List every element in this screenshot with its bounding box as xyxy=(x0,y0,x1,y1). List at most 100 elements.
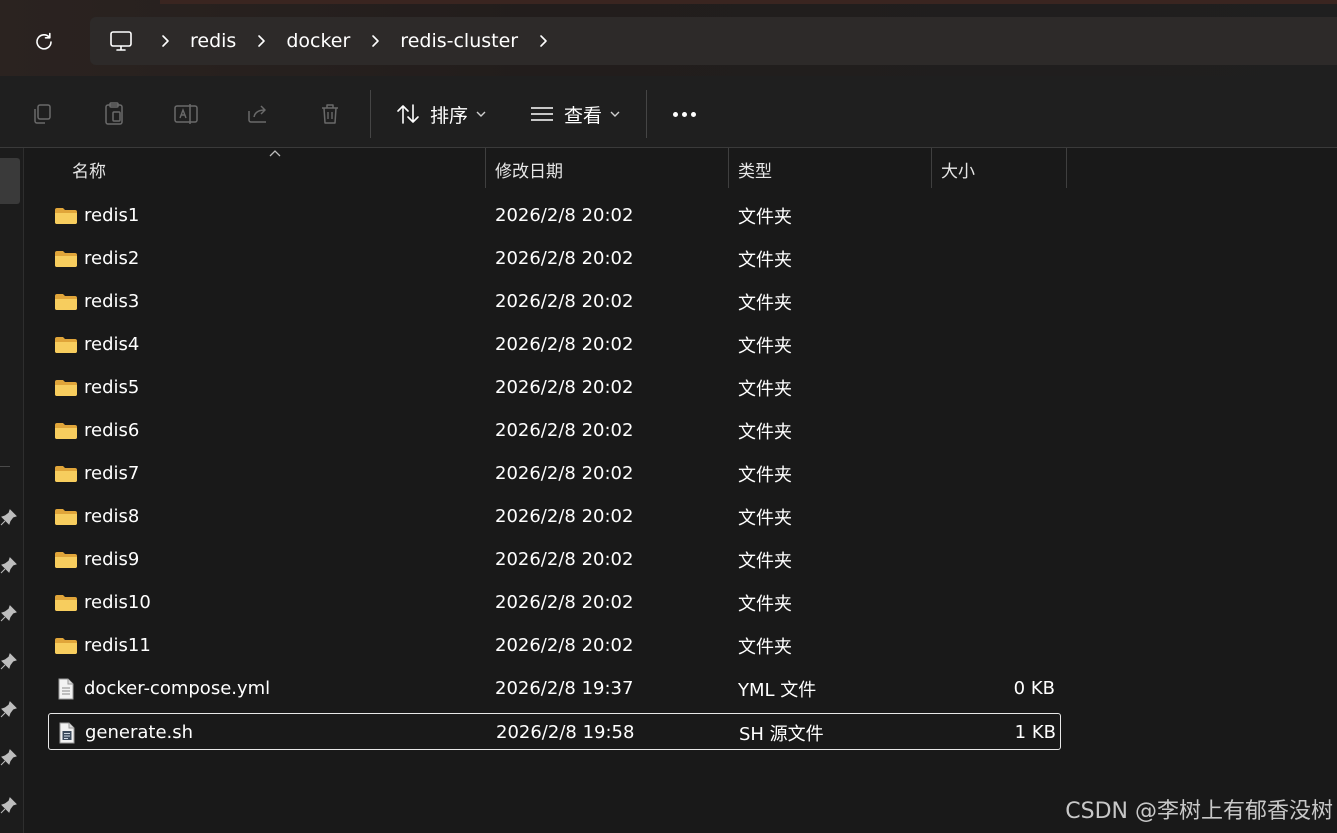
this-pc-crumb[interactable] xyxy=(90,17,152,65)
sort-menu-button[interactable]: 排序 xyxy=(396,96,486,132)
list-view-icon xyxy=(531,107,553,121)
pin-icon[interactable] xyxy=(0,652,18,670)
file-modified-date: 2026/2/8 20:02 xyxy=(495,291,634,312)
pin-icon[interactable] xyxy=(0,508,18,526)
column-resize-handle[interactable] xyxy=(485,148,486,188)
view-menu-button[interactable]: 查看 xyxy=(530,96,620,132)
copy-icon xyxy=(34,104,51,124)
file-type: 文件夹 xyxy=(738,507,792,529)
folder-icon xyxy=(55,508,77,525)
file-row[interactable]: redis9 2026/2/8 20:02 文件夹 xyxy=(48,541,1061,578)
delete-button[interactable] xyxy=(310,96,350,132)
column-header-date[interactable]: 修改日期 xyxy=(495,148,563,190)
column-resize-handle[interactable] xyxy=(728,148,729,188)
folder-icon xyxy=(55,293,77,310)
file-name: redis4 xyxy=(84,334,140,355)
rename-button[interactable] xyxy=(166,96,206,132)
file-modified-date: 2026/2/8 20:02 xyxy=(495,420,634,441)
file-type: 文件夹 xyxy=(738,593,792,615)
file-type: 文件夹 xyxy=(738,636,792,658)
file-modified-date: 2026/2/8 20:02 xyxy=(495,205,634,226)
toolbar-divider xyxy=(370,90,371,138)
file-icon-cell xyxy=(54,498,78,535)
text-file-icon xyxy=(58,678,74,699)
refresh-button[interactable] xyxy=(22,24,66,58)
file-row[interactable]: redis11 2026/2/8 20:02 文件夹 xyxy=(48,627,1061,664)
more-options-button[interactable] xyxy=(664,98,704,130)
nav-scrollbar-thumb[interactable] xyxy=(0,158,20,204)
file-icon-cell xyxy=(54,283,78,320)
column-header-type[interactable]: 类型 xyxy=(738,148,772,190)
file-icon-cell xyxy=(54,240,78,277)
file-row-selected[interactable]: generate.sh 2026/2/8 19:58 SH 源文件 1 KB xyxy=(48,713,1061,750)
file-size: 0 KB xyxy=(1013,678,1055,699)
navigation-pane xyxy=(0,148,24,833)
breadcrumb-redis[interactable]: redis xyxy=(178,17,248,65)
folder-icon xyxy=(55,207,77,224)
file-type: 文件夹 xyxy=(738,206,792,228)
file-modified-date: 2026/2/8 20:02 xyxy=(495,506,634,527)
file-modified-date: 2026/2/8 19:58 xyxy=(496,722,635,743)
file-modified-date: 2026/2/8 20:02 xyxy=(495,549,634,570)
file-row[interactable]: redis5 2026/2/8 20:02 文件夹 xyxy=(48,369,1061,406)
folder-icon xyxy=(55,379,77,396)
pin-icon[interactable] xyxy=(0,748,18,766)
chevron-right-icon xyxy=(540,35,547,47)
share-icon xyxy=(248,105,266,123)
nav-divider xyxy=(0,466,10,467)
file-row[interactable]: redis3 2026/2/8 20:02 文件夹 xyxy=(48,283,1061,320)
file-size xyxy=(938,541,1055,578)
file-row[interactable]: docker-compose.yml 2026/2/8 19:37 YML 文件 0 … xyxy=(48,670,1061,707)
breadcrumb-chevron[interactable] xyxy=(362,17,388,65)
file-size xyxy=(938,412,1055,449)
breadcrumb-docker[interactable]: docker xyxy=(274,17,362,65)
address-bar[interactable]: redis docker redis-cluster xyxy=(90,17,1337,65)
watermark: CSDN @李树上有郁香没树 xyxy=(1065,799,1333,824)
file-row[interactable]: redis4 2026/2/8 20:02 文件夹 xyxy=(48,326,1061,363)
trash-icon xyxy=(322,104,338,124)
file-type: 文件夹 xyxy=(738,335,792,357)
more-dots-icon xyxy=(681,111,687,117)
column-header-size[interactable]: 大小 xyxy=(941,148,975,190)
paste-button[interactable] xyxy=(94,96,134,132)
file-type: 文件夹 xyxy=(738,378,792,400)
file-explorer-window: redis docker redis-cluster 排序 查看 名称 修改日期… xyxy=(0,0,1337,833)
file-row[interactable]: redis7 2026/2/8 20:02 文件夹 xyxy=(48,455,1061,492)
breadcrumb-chevron[interactable] xyxy=(530,17,556,65)
file-icon-cell xyxy=(54,670,78,707)
breadcrumb-chevron[interactable] xyxy=(248,17,274,65)
breadcrumb-redis-cluster[interactable]: redis-cluster xyxy=(388,17,530,65)
sort-label: 排序 xyxy=(430,104,469,127)
file-row[interactable]: redis2 2026/2/8 20:02 文件夹 xyxy=(48,240,1061,277)
file-row[interactable]: redis10 2026/2/8 20:02 文件夹 xyxy=(48,584,1061,621)
breadcrumb-chevron[interactable] xyxy=(152,17,178,65)
column-resize-handle[interactable] xyxy=(931,148,932,188)
file-type: 文件夹 xyxy=(738,421,792,443)
chevron-right-icon xyxy=(258,35,266,47)
title-address-area: redis docker redis-cluster xyxy=(0,0,1337,76)
file-name: redis1 xyxy=(84,205,140,226)
column-header-name[interactable]: 名称 xyxy=(72,148,106,190)
file-name: redis2 xyxy=(84,248,140,269)
column-resize-handle[interactable] xyxy=(1066,148,1067,188)
pin-icon[interactable] xyxy=(0,604,18,622)
file-modified-date: 2026/2/8 20:02 xyxy=(495,592,634,613)
share-button[interactable] xyxy=(238,96,278,132)
sort-ascending-icon xyxy=(269,150,281,157)
chevron-down-icon xyxy=(476,111,486,117)
pin-icon[interactable] xyxy=(0,700,18,718)
file-row[interactable]: redis1 2026/2/8 20:02 文件夹 xyxy=(48,197,1061,234)
pin-icon[interactable] xyxy=(0,556,18,574)
file-size xyxy=(938,283,1055,320)
file-type: SH 源文件 xyxy=(739,723,824,745)
file-row[interactable]: redis6 2026/2/8 20:02 文件夹 xyxy=(48,412,1061,449)
command-bar: 排序 查看 xyxy=(0,76,1337,148)
file-icon-cell xyxy=(55,714,79,751)
file-row[interactable]: redis8 2026/2/8 20:02 文件夹 xyxy=(48,498,1061,535)
file-type: 文件夹 xyxy=(738,550,792,572)
file-name: redis11 xyxy=(84,635,151,656)
file-size xyxy=(938,326,1055,363)
copy-button[interactable] xyxy=(22,96,62,132)
pin-icon[interactable] xyxy=(0,796,18,814)
file-size xyxy=(938,369,1055,406)
